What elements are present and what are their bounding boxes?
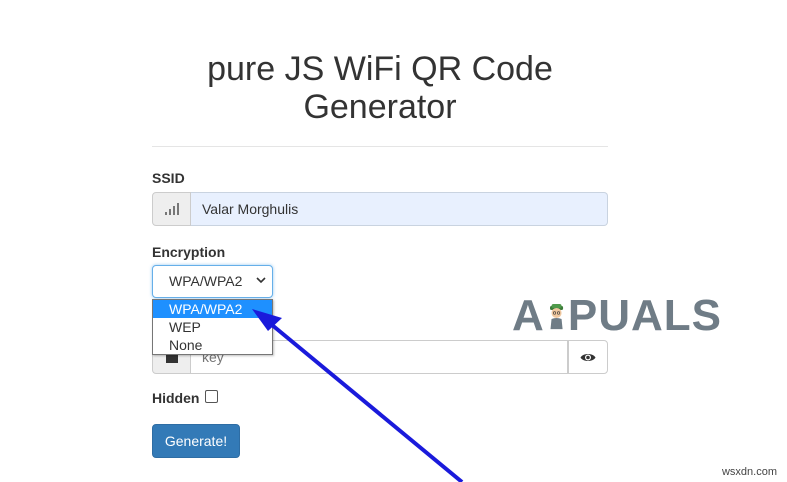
option-none[interactable]: None [153,336,272,354]
logo-text-right: PUALS [567,291,722,340]
generate-button[interactable]: Generate! [152,424,240,458]
ssid-label: SSID [152,170,185,186]
divider [152,146,608,147]
ssid-input-group [152,192,608,226]
watermark-text: wsxdn.com [721,466,777,478]
appuals-logo: A PUALS [512,286,722,346]
encryption-select[interactable]: WPA/WPA2 [152,265,273,298]
encryption-selected-value: WPA/WPA2 [169,273,243,289]
mascot-icon [549,303,563,330]
encryption-label: Encryption [152,244,226,260]
encryption-dropdown: WPA/WPA2 WEP None [152,299,273,355]
chevron-down-icon [256,277,266,284]
option-wep[interactable]: WEP [153,318,272,336]
page-title: pure JS WiFi QR Code Generator [207,50,553,126]
signal-icon [152,192,191,226]
option-wpa[interactable]: WPA/WPA2 [153,300,272,318]
ssid-input[interactable] [191,192,608,226]
hidden-row: Hidden [152,390,219,406]
logo-text-left: A [512,291,545,340]
hidden-label: Hidden [152,390,200,406]
hidden-checkbox[interactable] [205,390,219,403]
